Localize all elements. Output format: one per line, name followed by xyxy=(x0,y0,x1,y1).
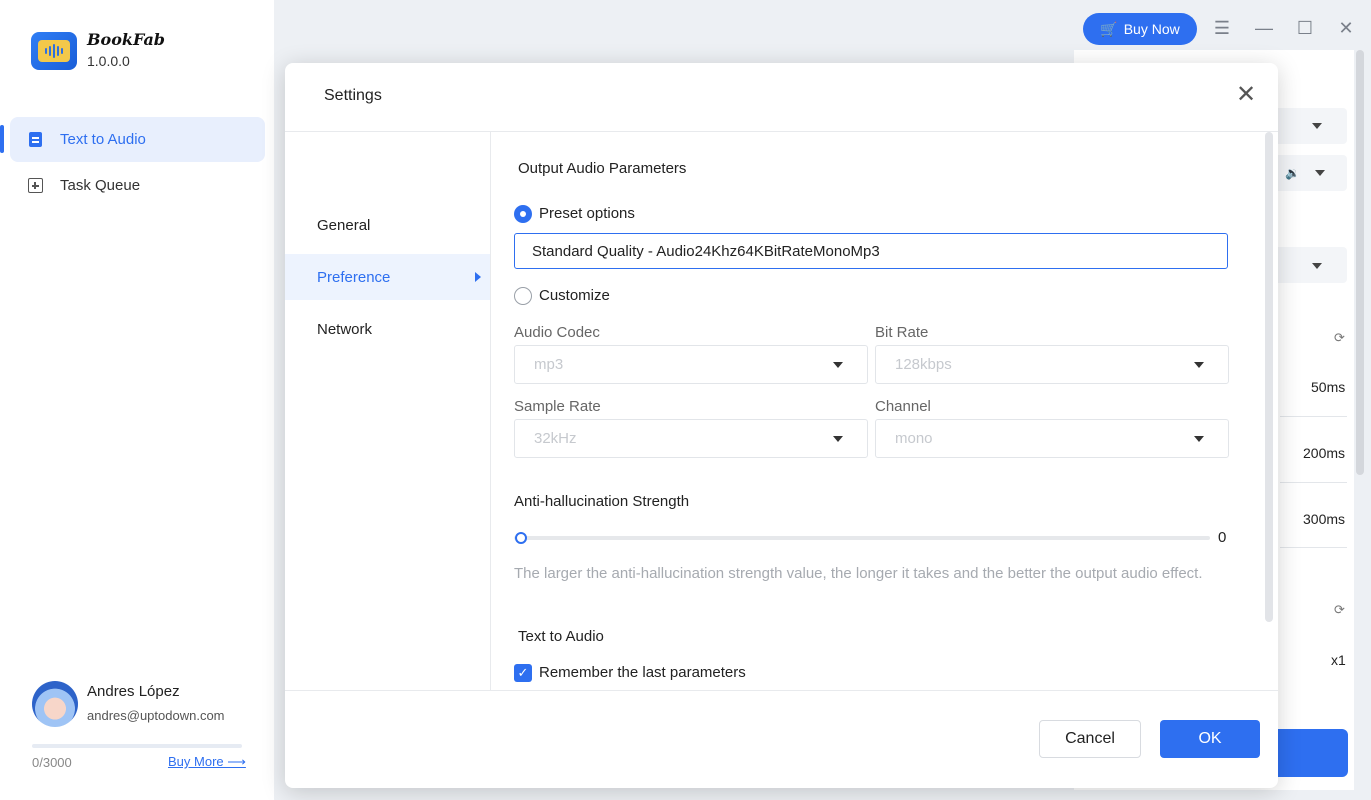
channel-select[interactable]: mono xyxy=(875,419,1229,458)
audio-codec-select[interactable]: mp3 xyxy=(514,345,868,384)
close-icon[interactable]: ✕ xyxy=(1233,81,1259,108)
close-window-icon[interactable]: ✕ xyxy=(1332,14,1360,42)
chevron-down-icon xyxy=(833,362,843,368)
chevron-down-icon xyxy=(833,436,843,442)
sidebar-item-text-to-audio[interactable]: Text to Audio xyxy=(10,117,265,162)
anti-hallucination-hint: The larger the anti-hallucination streng… xyxy=(514,565,1203,582)
active-nav-indicator xyxy=(0,125,4,153)
remember-parameters-checkbox[interactable]: ✓ xyxy=(514,664,532,682)
bit-rate-value: 128kbps xyxy=(895,356,952,373)
bg-value: x1 xyxy=(1331,652,1346,668)
bit-rate-label: Bit Rate xyxy=(875,324,929,341)
sample-rate-value: 32kHz xyxy=(534,430,577,447)
user-name: Andres López xyxy=(87,683,180,700)
sidebar-item-task-queue[interactable]: Task Queue xyxy=(10,163,265,208)
refresh-icon[interactable]: ⟳ xyxy=(1334,602,1345,618)
bg-value: 200ms xyxy=(1303,445,1346,461)
divider xyxy=(1280,482,1347,483)
sidebar: BookFab 1.0.0.0 Text to Audio Task Queue… xyxy=(0,0,274,800)
minimize-icon[interactable]: — xyxy=(1250,14,1278,42)
tab-label: Network xyxy=(317,320,373,338)
document-icon xyxy=(26,131,44,149)
divider xyxy=(1280,416,1347,417)
app-name: BookFab xyxy=(87,30,165,49)
preset-options-radio[interactable] xyxy=(514,205,532,223)
tab-network[interactable]: Network xyxy=(285,306,490,352)
waveform-icon xyxy=(38,40,70,62)
buy-now-label: Buy Now xyxy=(1123,21,1180,37)
remember-parameters-label[interactable]: Remember the last parameters xyxy=(539,664,746,681)
anti-hallucination-value: 0 xyxy=(1218,529,1227,546)
preset-value: Standard Quality - Audio24Khz64KBitRateM… xyxy=(532,242,880,260)
audio-codec-value: mp3 xyxy=(534,356,564,373)
bg-value: 50ms xyxy=(1311,379,1346,395)
customize-radio[interactable] xyxy=(514,287,532,305)
caret-right-icon xyxy=(475,272,481,282)
bg-primary-button[interactable] xyxy=(1270,729,1348,777)
refresh-icon[interactable]: ⟳ xyxy=(1334,330,1345,346)
channel-label: Channel xyxy=(875,398,931,415)
sample-rate-label: Sample Rate xyxy=(514,398,601,415)
chevron-down-icon xyxy=(1312,263,1322,269)
speaker-icon: 🔉 xyxy=(1285,166,1300,180)
maximize-icon[interactable]: ☐ xyxy=(1291,14,1319,42)
cart-icon: 🛒 xyxy=(1100,20,1118,37)
buy-more-link[interactable]: Buy More ⟶ xyxy=(168,754,246,770)
sidebar-item-label: Task Queue xyxy=(60,177,141,194)
sample-rate-select[interactable]: 32kHz xyxy=(514,419,868,458)
scrollbar[interactable] xyxy=(1265,132,1273,622)
settings-dialog: Settings ✕ General Preference Network Ou… xyxy=(285,63,1278,788)
menu-icon[interactable]: ☰ xyxy=(1208,14,1236,42)
tab-label: General xyxy=(317,216,371,234)
customize-label[interactable]: Customize xyxy=(539,287,610,304)
user-email: andres@uptodown.com xyxy=(87,708,225,723)
audio-codec-label: Audio Codec xyxy=(514,324,600,341)
tab-label: Preference xyxy=(317,268,391,286)
chevron-down-icon xyxy=(1194,436,1204,442)
preset-select[interactable]: Standard Quality - Audio24Khz64KBitRateM… xyxy=(514,233,1228,269)
scrollbar[interactable] xyxy=(1356,50,1364,475)
chevron-down-icon xyxy=(1194,362,1204,368)
channel-value: mono xyxy=(895,430,933,447)
buy-now-button[interactable]: 🛒 Buy Now xyxy=(1083,13,1197,45)
avatar[interactable] xyxy=(32,681,78,727)
slider-handle[interactable] xyxy=(515,532,527,544)
section-title-output-audio: Output Audio Parameters xyxy=(518,160,687,177)
bit-rate-select[interactable]: 128kbps xyxy=(875,345,1229,384)
check-icon: ✓ xyxy=(517,665,529,680)
settings-nav: General Preference Network xyxy=(285,132,491,690)
divider xyxy=(1280,547,1347,548)
tab-preference[interactable]: Preference xyxy=(285,254,490,300)
settings-content: Output Audio Parameters Preset options S… xyxy=(491,132,1278,690)
app-logo xyxy=(31,32,77,70)
quota-progress-bar xyxy=(32,744,242,748)
cancel-button[interactable]: Cancel xyxy=(1039,720,1141,758)
dialog-title: Settings xyxy=(324,87,382,104)
queue-icon xyxy=(26,177,44,195)
divider xyxy=(285,690,1278,691)
chevron-down-icon xyxy=(1312,123,1322,129)
quota-text: 0/3000 xyxy=(32,755,72,770)
ok-button[interactable]: OK xyxy=(1160,720,1260,758)
tab-general[interactable]: General xyxy=(285,202,490,248)
chevron-down-icon xyxy=(1315,170,1325,176)
section-title-text-to-audio: Text to Audio xyxy=(518,628,604,645)
app-version: 1.0.0.0 xyxy=(87,53,130,69)
anti-hallucination-label: Anti-hallucination Strength xyxy=(514,493,690,510)
anti-hallucination-slider[interactable] xyxy=(514,536,1210,540)
sidebar-item-label: Text to Audio xyxy=(60,131,146,148)
bg-value: 300ms xyxy=(1303,511,1346,527)
preset-options-label[interactable]: Preset options xyxy=(539,205,635,222)
